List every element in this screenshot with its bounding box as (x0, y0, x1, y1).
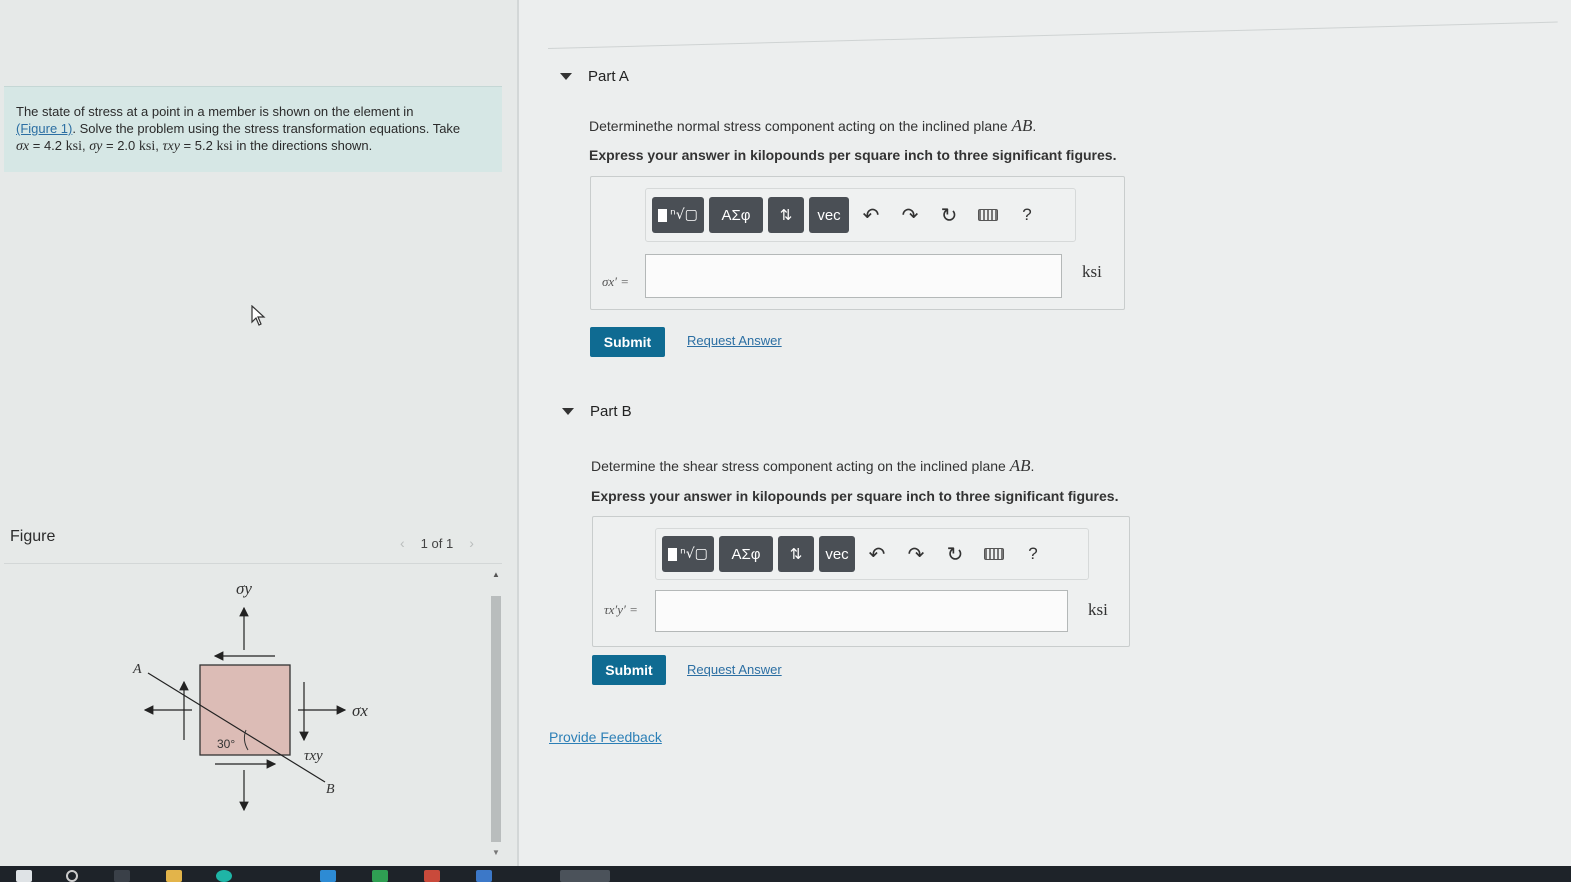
part-a-submit-button[interactable]: Submit (590, 327, 665, 357)
tau-xy-prime-label: τx′y′ = (604, 602, 638, 617)
sigma-y-label: σy (236, 579, 252, 598)
part-a-answer-input[interactable] (645, 254, 1062, 298)
tau-xy-symbol: τxy (162, 139, 180, 154)
app-icon[interactable] (424, 870, 440, 882)
part-b-header[interactable]: Part B (562, 403, 632, 420)
store-icon[interactable] (320, 870, 336, 882)
part-b-math-toolbar: ⁿ√▢ ΑΣφ ⇅ vec ↶ ↷ ↻ ? (655, 528, 1089, 580)
problem-tail: in the directions shown. (236, 138, 373, 153)
scroll-down-icon[interactable]: ▼ (492, 848, 500, 857)
figure-scroll-thumb[interactable] (491, 596, 501, 842)
reset-icon[interactable]: ↻ (932, 197, 966, 233)
sigma-x-prime-label: σx′ = (602, 274, 630, 289)
help-button[interactable]: ? (1016, 536, 1050, 572)
start-icon[interactable] (16, 870, 32, 882)
part-b-question: Determine the shear stress component act… (591, 456, 1035, 475)
part-b-instruction: Express your answer in kilopounds per sq… (591, 488, 1119, 504)
word-icon[interactable] (476, 870, 492, 882)
plane-label: AB (1009, 456, 1031, 475)
os-taskbar (0, 866, 1571, 882)
vector-button[interactable]: vec (809, 197, 849, 233)
templates-button[interactable]: ⁿ√▢ (652, 197, 704, 233)
undo-icon[interactable]: ↶ (860, 536, 894, 572)
collapse-caret-icon[interactable] (562, 408, 574, 415)
subscript-superscript-button[interactable]: ⇅ (778, 536, 814, 572)
keyboard-icon[interactable] (971, 197, 1005, 233)
plane-label: AB (1011, 116, 1033, 135)
part-a-math-toolbar: ⁿ√▢ ΑΣφ ⇅ vec ↶ ↷ ↻ ? (645, 188, 1076, 242)
mouse-cursor-icon (251, 305, 266, 326)
subscript-superscript-button[interactable]: ⇅ (768, 197, 804, 233)
sigma-x-symbol: σx (16, 139, 30, 154)
search-icon[interactable] (66, 870, 78, 882)
part-b-title: Part B (590, 403, 632, 420)
sigma-x-value: = 4.2 (32, 138, 63, 153)
reset-icon[interactable]: ↻ (938, 536, 972, 572)
angle-label: 30° (217, 737, 235, 751)
excel-icon[interactable] (372, 870, 388, 882)
next-figure-button[interactable]: › (469, 535, 474, 551)
figure-pager: ‹ 1 of 1 › (400, 535, 474, 551)
part-b-request-answer-link[interactable]: Request Answer (687, 662, 782, 677)
redo-icon[interactable]: ↷ (893, 197, 927, 233)
templates-button[interactable]: ⁿ√▢ (662, 536, 714, 572)
part-b-submit-button[interactable]: Submit (592, 655, 666, 685)
scroll-up-icon[interactable]: ▲ (492, 570, 500, 579)
greek-symbols-button[interactable]: ΑΣφ (709, 197, 763, 233)
part-b-unit: ksi (1088, 600, 1108, 619)
problem-intro: The state of stress at a point in a memb… (16, 104, 414, 119)
part-a-unit: ksi (1082, 262, 1102, 281)
part-a-request-answer-link[interactable]: Request Answer (687, 333, 782, 348)
unit-ksi: ksi (65, 139, 82, 154)
help-button[interactable]: ? (1010, 197, 1044, 233)
task-view-icon[interactable] (114, 870, 130, 882)
tau-xy-label: τxy (304, 748, 323, 764)
part-a-title: Part A (588, 68, 629, 85)
stress-element-figure: σy σx τxy 30° A B (132, 579, 368, 812)
collapse-caret-icon[interactable] (560, 73, 572, 80)
point-a-label: A (132, 662, 142, 677)
part-a-question: Determinethe normal stress component act… (589, 116, 1037, 135)
figure-page-count: 1 of 1 (420, 535, 454, 551)
sigma-x-label: σx (352, 701, 368, 720)
prev-figure-button[interactable]: ‹ (400, 535, 405, 551)
undo-icon[interactable]: ↶ (854, 197, 888, 233)
sigma-y-symbol: σy (89, 139, 103, 154)
active-window-tab[interactable] (560, 870, 610, 882)
problem-instructions: . Solve the problem using the stress tra… (72, 121, 461, 136)
unit-ksi: ksi (216, 139, 233, 154)
figure-divider (4, 563, 502, 564)
vector-button[interactable]: vec (819, 536, 855, 572)
redo-icon[interactable]: ↷ (899, 536, 933, 572)
keyboard-icon[interactable] (977, 536, 1011, 572)
figure-title: Figure (10, 528, 56, 545)
sigma-y-value: = 2.0 (105, 138, 136, 153)
greek-symbols-button[interactable]: ΑΣφ (719, 536, 773, 572)
point-b-label: B (326, 782, 335, 797)
tau-xy-value: = 5.2 (183, 138, 213, 153)
problem-statement: The state of stress at a point in a memb… (4, 86, 502, 172)
part-a-instruction: Express your answer in kilopounds per sq… (589, 147, 1117, 163)
part-a-header[interactable]: Part A (560, 68, 629, 85)
provide-feedback-link[interactable]: Provide Feedback (549, 729, 662, 745)
unit-ksi: ksi (138, 139, 156, 154)
browser-icon[interactable] (216, 870, 232, 882)
file-explorer-icon[interactable] (166, 870, 182, 882)
figure-link[interactable]: (Figure 1) (16, 121, 72, 136)
part-b-answer-input[interactable] (655, 590, 1068, 632)
